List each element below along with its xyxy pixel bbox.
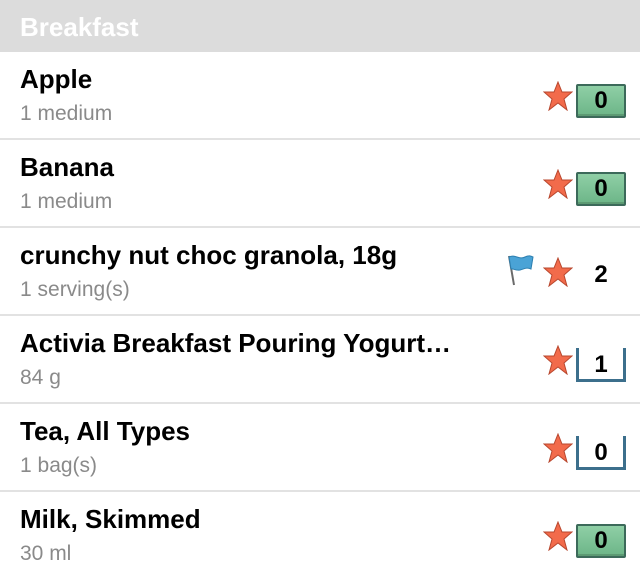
food-serving: 1 medium [20,190,113,213]
star-icon[interactable] [543,81,573,111]
food-name: Activia Breakfast Pouring Yogurt… [20,328,452,358]
star-icon[interactable] [543,521,573,551]
food-row-banana[interactable]: Banana 1 medium 0 [0,140,640,228]
count-box[interactable]: 0 [576,436,626,470]
star-icon[interactable] [543,345,573,375]
food-name: Tea, All Types [20,416,191,446]
food-name: crunchy nut choc granola, 18g [20,240,398,270]
flag-icon [508,255,534,286]
food-serving: 30 ml [20,542,72,565]
food-name: Milk, Skimmed [20,504,201,534]
section-header-breakfast: Breakfast [0,0,640,52]
count-box[interactable]: 1 [576,348,626,382]
count-box[interactable]: 0 [576,524,626,558]
count-box[interactable]: 0 [576,84,626,118]
count-box[interactable]: 2 [576,260,626,294]
food-row-granola[interactable]: crunchy nut choc granola, 18g 1 serving(… [0,228,640,316]
star-icon[interactable] [543,257,573,287]
food-row-activia[interactable]: Activia Breakfast Pouring Yogurt… 84 g 1 [0,316,640,404]
food-list: Apple 1 medium 0 Banana 1 medium 0 crunc… [0,52,640,580]
food-name: Banana [20,152,114,182]
food-serving: 1 serving(s) [20,278,130,301]
food-row-milk[interactable]: Milk, Skimmed 30 ml 0 [0,492,640,580]
star-icon[interactable] [543,169,573,199]
food-name: Apple [20,64,93,94]
star-icon[interactable] [543,433,573,463]
food-serving: 1 bag(s) [20,454,98,477]
food-serving: 1 medium [20,102,113,125]
count-box[interactable]: 0 [576,172,626,206]
food-row-tea[interactable]: Tea, All Types 1 bag(s) 0 [0,404,640,492]
food-row-apple[interactable]: Apple 1 medium 0 [0,52,640,140]
food-serving: 84 g [20,366,61,389]
